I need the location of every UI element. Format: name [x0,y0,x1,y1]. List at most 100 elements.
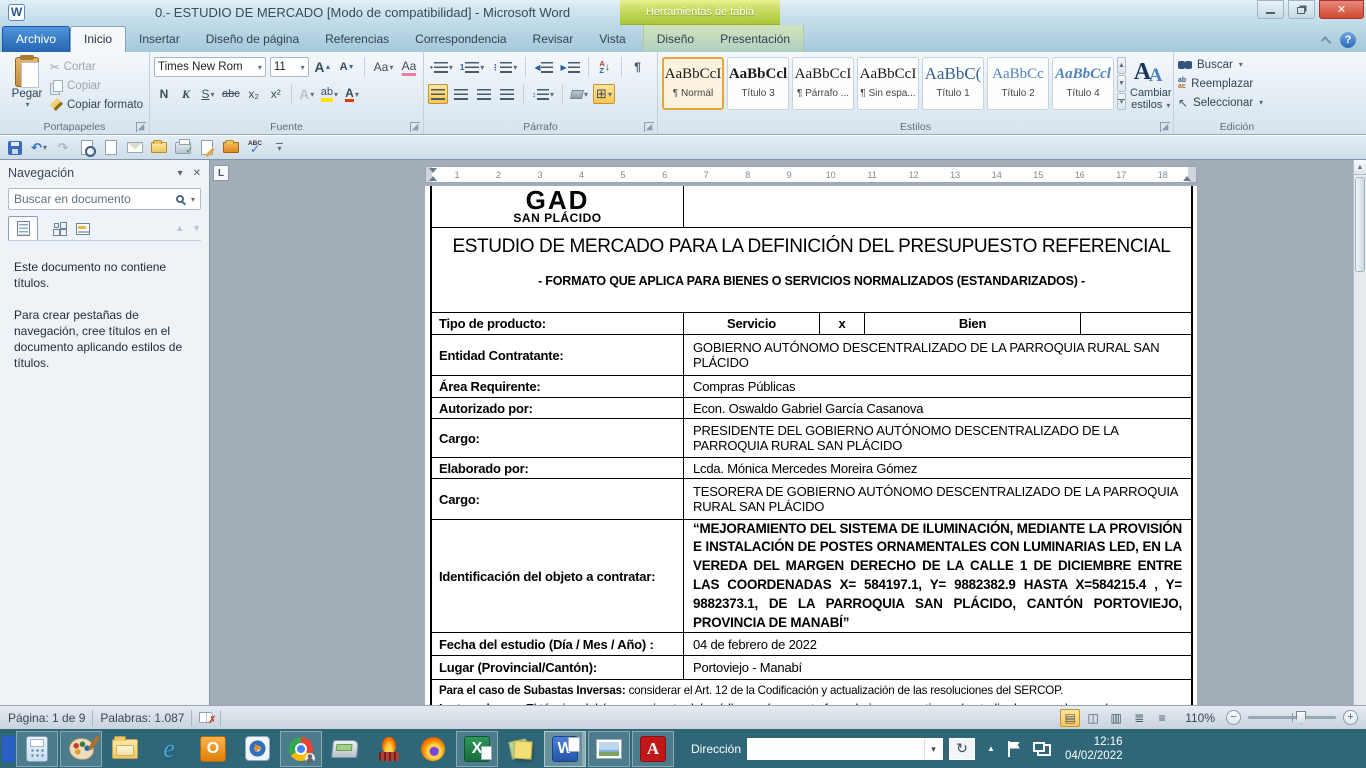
spelling-button[interactable]: ABC✓ [246,139,264,157]
document-table[interactable]: GAD SAN PLÁCIDO ESTUDIO DE MERCADO PARA … [430,186,1193,705]
format-painter-button[interactable]: Copiar formato [50,96,143,113]
style-sin-espaciado[interactable]: AaBbCcI ¶ Sin espa... [857,57,919,110]
zoom-slider-thumb[interactable] [1296,711,1306,724]
line-spacing-button[interactable]: ↕▾ [530,84,556,104]
style-parrafo[interactable]: AaBbCcI ¶ Párrafo ... [792,57,854,110]
clipboard-dialog-launcher[interactable] [136,122,146,132]
font-name-combo[interactable]: Times New Rom ▾ [154,57,266,77]
page-indicator[interactable]: Página: 1 de 9 [8,711,85,725]
tipo-empty-cell[interactable] [1081,313,1191,334]
tipo-servicio-cell[interactable]: Servicio [684,313,820,334]
table-row[interactable]: Fecha del estudio (Día / Mes / Año) : 04… [432,633,1191,656]
tab-inicio[interactable]: Inicio [70,26,126,52]
bold-button[interactable]: N [154,84,174,104]
entidad-value[interactable]: GOBIERNO AUTÓNOMO DESCENTRALIZADO DE LA … [684,335,1191,375]
taskbar-word[interactable]: W [544,731,586,767]
tab-diseno-tabla[interactable]: Diseño [644,27,707,52]
horizontal-ruler[interactable]: 123 456 789 101112 131415 161718 [425,166,1197,183]
change-case-button[interactable]: Aa▾ [372,57,395,77]
new-document-button[interactable] [102,139,120,157]
autorizado-label[interactable]: Autorizado por: [432,398,684,418]
address-input[interactable]: ▾ [747,738,943,760]
taskbar-outlook[interactable]: O [192,731,234,767]
taskbar-excel[interactable]: X [456,731,498,767]
table-row[interactable]: Lugar (Provincial/Cantón): Portoviejo - … [432,656,1191,680]
tab-vista[interactable]: Vista [586,27,638,52]
tab-revisar[interactable]: Revisar [520,27,587,52]
scroll-up-icon[interactable]: ▲ [1354,160,1366,175]
previous-heading-icon[interactable]: ▲ [175,223,184,233]
justify-button[interactable] [497,84,517,104]
lugar-label[interactable]: Lugar (Provincial/Cantón): [432,656,684,679]
address-refresh-button[interactable]: ↻ [949,738,975,760]
change-styles-button[interactable]: AA Cambiar estilos ▾ [1130,55,1172,120]
zoom-in-button[interactable]: + [1343,710,1358,725]
grow-font-button[interactable]: A▲ [313,57,333,77]
style-titulo-2[interactable]: AaBbCc Título 2 [987,57,1049,110]
taskbar-sticky-notes[interactable] [500,731,542,767]
full-screen-reading-view-button[interactable]: ◫ [1083,709,1103,727]
table-row[interactable]: Entidad Contratante: GOBIERNO AUTÓNOMO D… [432,335,1191,376]
document-title[interactable]: ESTUDIO DE MERCADO PARA LA DEFINICIÓN DE… [432,236,1191,258]
style-titulo-1[interactable]: AaBbC( Título 1 [922,57,984,110]
font-dialog-launcher[interactable] [410,122,420,132]
objeto-value[interactable]: “MEJORAMIENTO DEL SISTEMA DE ILUMINACIÓN… [684,517,1191,636]
area-label[interactable]: Área Requirente: [432,376,684,397]
table-row[interactable]: GAD SAN PLÁCIDO [432,186,1191,228]
cargo1-value[interactable]: PRESIDENTE DEL GOBIERNO AUTÓNOMO DESCENT… [684,419,1191,457]
taskbar-clock[interactable]: 12:16 04/02/2022 [1065,735,1133,763]
table-row[interactable]: Identificación del objeto a contratar: “… [432,520,1191,633]
taskbar-autocad[interactable]: A [632,731,674,767]
redo-button[interactable]: ↷ [54,139,72,157]
taskbar-calculator[interactable] [16,731,58,767]
select-button[interactable]: ↖ Seleccionar▾ [1178,94,1296,111]
tab-presentacion[interactable]: Presentación [707,27,803,52]
increase-indent-button[interactable]: ▶ [558,57,581,77]
table-row[interactable]: Área Requirente: Compras Públicas [432,376,1191,398]
align-right-button[interactable] [474,84,494,104]
logo-row-empty-cell[interactable] [684,186,1191,227]
table-row[interactable]: Elaborado por: Lcda. Mónica Mercedes Mor… [432,458,1191,479]
elaborado-label[interactable]: Elaborado por: [432,458,684,478]
style-titulo-3[interactable]: AaBbCcl Título 3 [727,57,789,110]
nav-tab-results[interactable] [68,216,98,240]
save-button[interactable] [6,139,24,157]
tab-stop-selector[interactable]: L [213,165,229,181]
bullets-button[interactable]: •▾ [428,57,455,77]
taskbar-chrome[interactable] [280,731,322,767]
font-size-combo[interactable]: 11 ▾ [270,57,309,77]
paste-button[interactable]: Pegar ▾ [4,55,50,120]
zoom-level[interactable]: 110% [1185,711,1215,725]
taskbar-photo-viewer[interactable] [588,731,630,767]
show-paragraph-marks-button[interactable]: ¶ [628,57,648,77]
shading-button[interactable]: ▾ [569,84,590,104]
cargo1-label[interactable]: Cargo: [432,419,684,457]
send-mail-button[interactable] [126,139,144,157]
quick-print-button[interactable] [174,139,192,157]
tipo-bien-cell[interactable]: Bien [865,313,1081,334]
title-bar[interactable]: W 0.- ESTUDIO DE MERCADO [Modo de compat… [0,0,1366,25]
gad-logo[interactable]: GAD SAN PLÁCIDO [432,186,684,227]
tab-correspondencia[interactable]: Correspondencia [402,27,519,52]
close-button[interactable]: ✕ [1319,0,1364,19]
qat-overflow-button[interactable]: ▾ [270,139,288,157]
restore-button[interactable] [1288,0,1315,19]
cut-button[interactable]: ✂ Cortar [50,58,143,75]
document-search-input[interactable]: Buscar en documento ▾ [8,188,201,210]
document-subtitle[interactable]: - FORMATO QUE APLICA PARA BIENES O SERVI… [432,274,1191,288]
table-row[interactable]: Tipo de producto: Servicio x Bien [432,313,1191,335]
borders-button[interactable]: ⊞▾ [593,84,615,104]
print-preview-button[interactable] [78,139,96,157]
autorizado-value[interactable]: Econ. Oswaldo Gabriel García Casanova [684,398,1191,418]
collapse-ribbon-icon[interactable] [1321,36,1332,47]
taskbar-media-player[interactable] [236,731,278,767]
draft-view-button[interactable]: ≡ [1152,709,1172,727]
print-layout-view-button[interactable]: ▤ [1060,709,1080,727]
action-center-flag-icon[interactable] [1008,741,1020,757]
scrollbar-thumb[interactable] [1355,177,1365,272]
style-titulo-4[interactable]: AaBbCcl Título 4 [1052,57,1114,110]
align-center-button[interactable] [451,84,471,104]
right-indent-marker[interactable] [1183,176,1191,181]
tab-diseno-de-pagina[interactable]: Diseño de página [193,27,312,52]
sort-button[interactable]: AZ↓ [595,57,615,77]
